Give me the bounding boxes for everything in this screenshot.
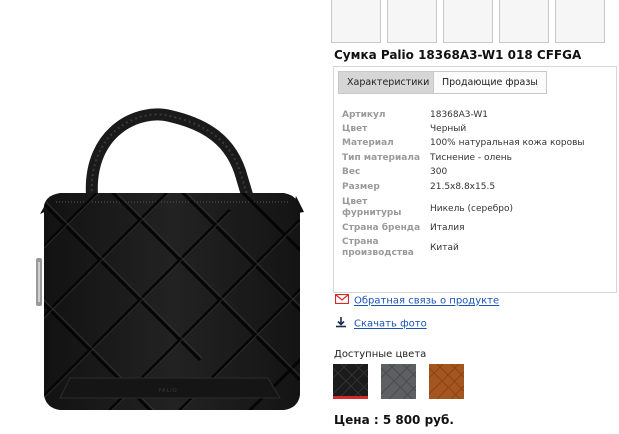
available-colors-label: Доступные цвета bbox=[334, 349, 427, 360]
thumbnail[interactable] bbox=[499, 0, 549, 43]
product-title: Сумка Palio 18368A3-W1 018 CFFGA bbox=[334, 48, 582, 62]
price: Цена : 5 800 руб. bbox=[334, 413, 454, 427]
thumbnail-strip bbox=[331, 0, 619, 44]
color-swatch-brown[interactable] bbox=[428, 363, 465, 400]
download-link-row: Скачать фото bbox=[335, 316, 427, 331]
spec-label: Цвет фурнитуры bbox=[342, 197, 402, 218]
spec-label: Страна бренда bbox=[342, 223, 421, 233]
spec-value: 18368A3-W1 bbox=[430, 110, 489, 120]
feedback-link[interactable]: Обратная связь о продукте bbox=[354, 296, 499, 307]
thumbnail[interactable] bbox=[387, 0, 437, 43]
brand-stamp: PALIO bbox=[158, 388, 177, 394]
spec-label: Размер bbox=[342, 182, 380, 192]
tab-characteristics[interactable]: Характеристики bbox=[338, 71, 439, 94]
product-info-panel: Характеристики Продающие фразы Артикул 1… bbox=[333, 66, 617, 293]
product-photo[interactable]: PALIO bbox=[0, 0, 330, 434]
tab-selling-phrases[interactable]: Продающие фразы bbox=[433, 71, 547, 94]
mail-icon bbox=[334, 293, 350, 307]
spec-label: Страна производства bbox=[342, 237, 414, 258]
thumbnail[interactable] bbox=[331, 0, 381, 43]
color-swatch-grey[interactable] bbox=[380, 363, 417, 400]
download-icon bbox=[335, 316, 349, 331]
spec-label: Цвет bbox=[342, 124, 368, 134]
color-swatch-black[interactable] bbox=[332, 363, 369, 399]
spec-value: Тиснение - олень bbox=[430, 153, 512, 163]
spec-label: Артикул bbox=[342, 110, 386, 120]
spec-label: Вес bbox=[342, 167, 361, 177]
feedback-link-row: Обратная связь о продукте bbox=[334, 293, 499, 307]
spec-value: 300 bbox=[430, 167, 448, 177]
spec-value: 21.5x8.8x15.5 bbox=[430, 182, 496, 192]
thumbnail[interactable] bbox=[555, 0, 605, 43]
spec-value: Китай bbox=[430, 243, 459, 253]
spec-value: 100% натуральная кожа коровы bbox=[430, 138, 585, 148]
spec-value: Черный bbox=[430, 124, 467, 134]
spec-label: Материал bbox=[342, 138, 394, 148]
thumbnail[interactable] bbox=[443, 0, 493, 43]
spec-value: Никель (серебро) bbox=[430, 204, 514, 214]
spec-value: Италия bbox=[430, 223, 465, 233]
spec-label: Тип материала bbox=[342, 153, 421, 163]
download-photo-link[interactable]: Скачать фото bbox=[354, 319, 427, 330]
